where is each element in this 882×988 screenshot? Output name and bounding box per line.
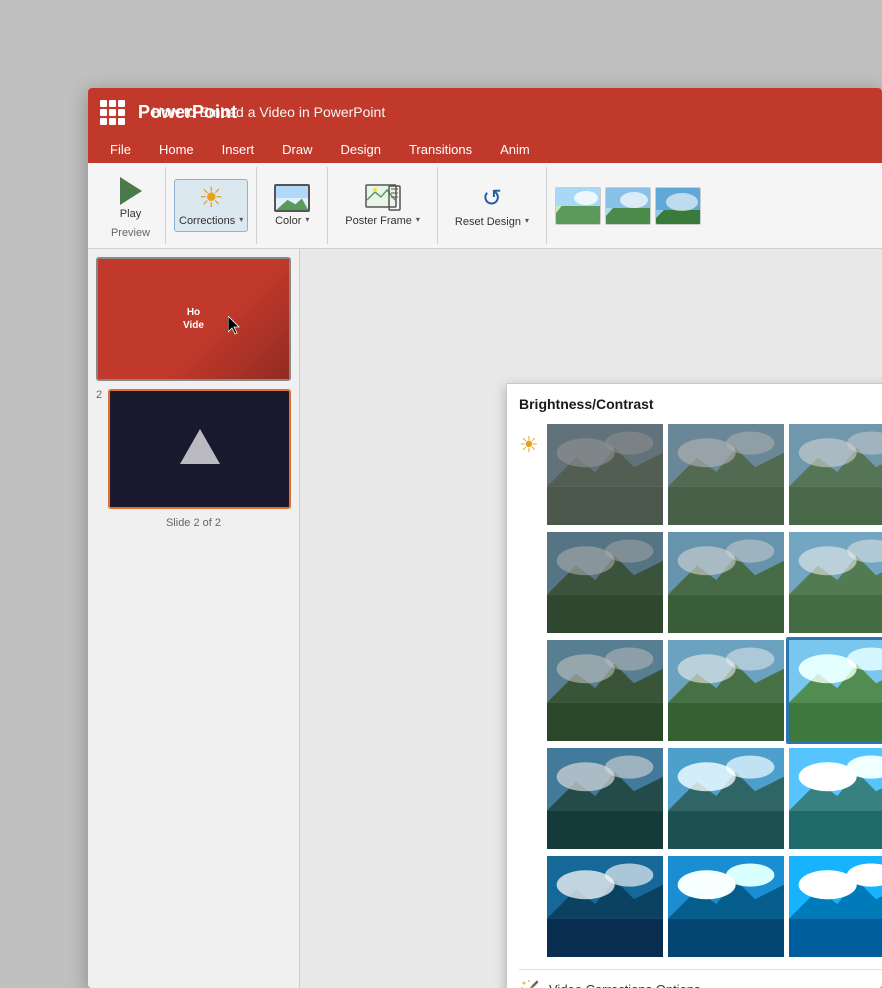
correction-cell-5-1[interactable] xyxy=(545,854,665,959)
slide-canvas-area: Brightness/Contrast ☀ xyxy=(300,249,882,988)
tab-home[interactable]: Home xyxy=(145,136,208,163)
poster-frame-chevron-icon: ▾ xyxy=(416,215,420,224)
correction-cell-5-3[interactable] xyxy=(787,854,882,959)
tab-transitions[interactable]: Transitions xyxy=(395,136,486,163)
sun-large-icon: ☀ xyxy=(519,432,539,458)
sun-column: ☀ xyxy=(519,422,539,959)
triangle-shape-icon xyxy=(180,429,220,464)
correction-cell-2-3[interactable] xyxy=(787,530,882,635)
corrections-dropdown: Brightness/Contrast ☀ xyxy=(506,383,882,988)
poster-frame-label: Poster Frame xyxy=(345,215,412,227)
corrections-button[interactable]: ☀ Corrections ▾ xyxy=(174,179,248,232)
poster-frame-icon xyxy=(365,184,401,212)
video-corrections-options-button[interactable]: Video Corrections Options... xyxy=(519,969,882,988)
style-thumb-2[interactable] xyxy=(605,187,651,225)
reset-design-icon: ↺ xyxy=(482,184,502,213)
slide-2-row: 2 xyxy=(96,389,291,509)
play-button[interactable]: Play xyxy=(111,172,151,225)
correction-cell-1-3[interactable] xyxy=(787,422,882,527)
tab-insert[interactable]: Insert xyxy=(208,136,269,163)
correction-cell-2-1[interactable] xyxy=(545,530,665,635)
doc-title-label: How to Embed a Video in PowerPoint xyxy=(152,104,385,120)
corrections-label: Corrections xyxy=(179,215,235,227)
correction-cell-3-3[interactable] xyxy=(787,638,882,743)
correction-cell-4-1[interactable] xyxy=(545,746,665,851)
apps-icon[interactable] xyxy=(100,100,128,125)
reset-design-button[interactable]: ↺ Reset Design ▾ xyxy=(446,179,538,233)
style-thumb-3[interactable] xyxy=(655,187,701,225)
slide-thumb-1[interactable]: Ho Vide xyxy=(96,257,291,381)
reset-label-row: Reset Design ▾ xyxy=(455,213,529,228)
color-icon xyxy=(274,184,310,212)
play-label: Play xyxy=(120,208,141,220)
ribbon-group-poster-frame: Poster Frame ▾ xyxy=(328,167,438,244)
color-label-row: Color ▾ xyxy=(275,212,309,227)
correction-cell-1-2[interactable] xyxy=(666,422,786,527)
slide-1-title: Ho Vide xyxy=(179,302,208,336)
ribbon-group-corrections: ☀ Corrections ▾ xyxy=(166,167,257,244)
corrections-grid-wrapper: ☀ xyxy=(519,422,882,959)
corrections-label-row: Corrections ▾ xyxy=(179,212,243,227)
app-window: PowerPoint How to Embed a Video in Power… xyxy=(88,88,882,988)
color-button[interactable]: Color ▾ xyxy=(265,179,319,232)
styles-gallery xyxy=(555,187,701,225)
title-bar-content: PowerPoint How to Embed a Video in Power… xyxy=(100,100,385,125)
wand-icon xyxy=(519,978,541,988)
video-corrections-label: Video Corrections Options... xyxy=(549,982,711,988)
correction-cell-4-2[interactable] xyxy=(666,746,786,851)
color-label: Color xyxy=(275,215,301,227)
color-chevron-icon: ▾ xyxy=(305,215,309,224)
ribbon-group-color: Color ▾ xyxy=(257,167,328,244)
corrections-chevron-icon: ▾ xyxy=(239,215,243,224)
reset-label: Reset Design xyxy=(455,216,521,228)
play-icon xyxy=(120,177,142,205)
style-thumb-1[interactable] xyxy=(555,187,601,225)
slide-count-label: Slide 2 of 2 xyxy=(96,517,291,529)
correction-cell-4-3[interactable] xyxy=(787,746,882,851)
sun-corrections-icon: ☀ xyxy=(199,184,224,212)
tab-design[interactable]: Design xyxy=(327,136,395,163)
brightness-contrast-title: Brightness/Contrast xyxy=(519,396,882,412)
ribbon-group-styles xyxy=(547,167,709,244)
preview-group-label: Preview xyxy=(111,227,150,239)
tab-draw[interactable]: Draw xyxy=(268,136,326,163)
corrections-underline-c: C xyxy=(586,982,595,988)
reset-chevron-icon: ▾ xyxy=(525,216,529,225)
title-bar: PowerPoint How to Embed a Video in Power… xyxy=(88,88,882,136)
slide-panel: Ho Vide 2 Slide 2 of 2 xyxy=(88,249,300,988)
slide-thumb-2[interactable] xyxy=(108,389,291,509)
poster-frame-label-row: Poster Frame ▾ xyxy=(345,212,420,227)
ribbon-group-preview: Play Preview xyxy=(96,167,166,244)
correction-cell-3-2[interactable] xyxy=(666,638,786,743)
ribbon-content: Play Preview ☀ Corrections ▾ xyxy=(88,163,882,249)
ribbon-group-reset: ↺ Reset Design ▾ xyxy=(438,167,547,244)
tab-animations[interactable]: Anim xyxy=(486,136,544,163)
poster-frame-button[interactable]: Poster Frame ▾ xyxy=(336,179,429,232)
correction-cell-5-2[interactable] xyxy=(666,854,786,959)
main-content: Ho Vide 2 Slide 2 of 2 Brightness/Cont xyxy=(88,249,882,988)
correction-cell-1-1[interactable] xyxy=(545,422,665,527)
correction-cell-3-1[interactable] xyxy=(545,638,665,743)
correction-cell-2-2[interactable] xyxy=(666,530,786,635)
corrections-image-grid xyxy=(545,422,882,959)
ribbon-tabs-bar: File Home Insert Draw Design Transitions… xyxy=(88,136,882,163)
tab-file[interactable]: File xyxy=(96,136,145,163)
slide-2-number: 2 xyxy=(96,389,102,401)
